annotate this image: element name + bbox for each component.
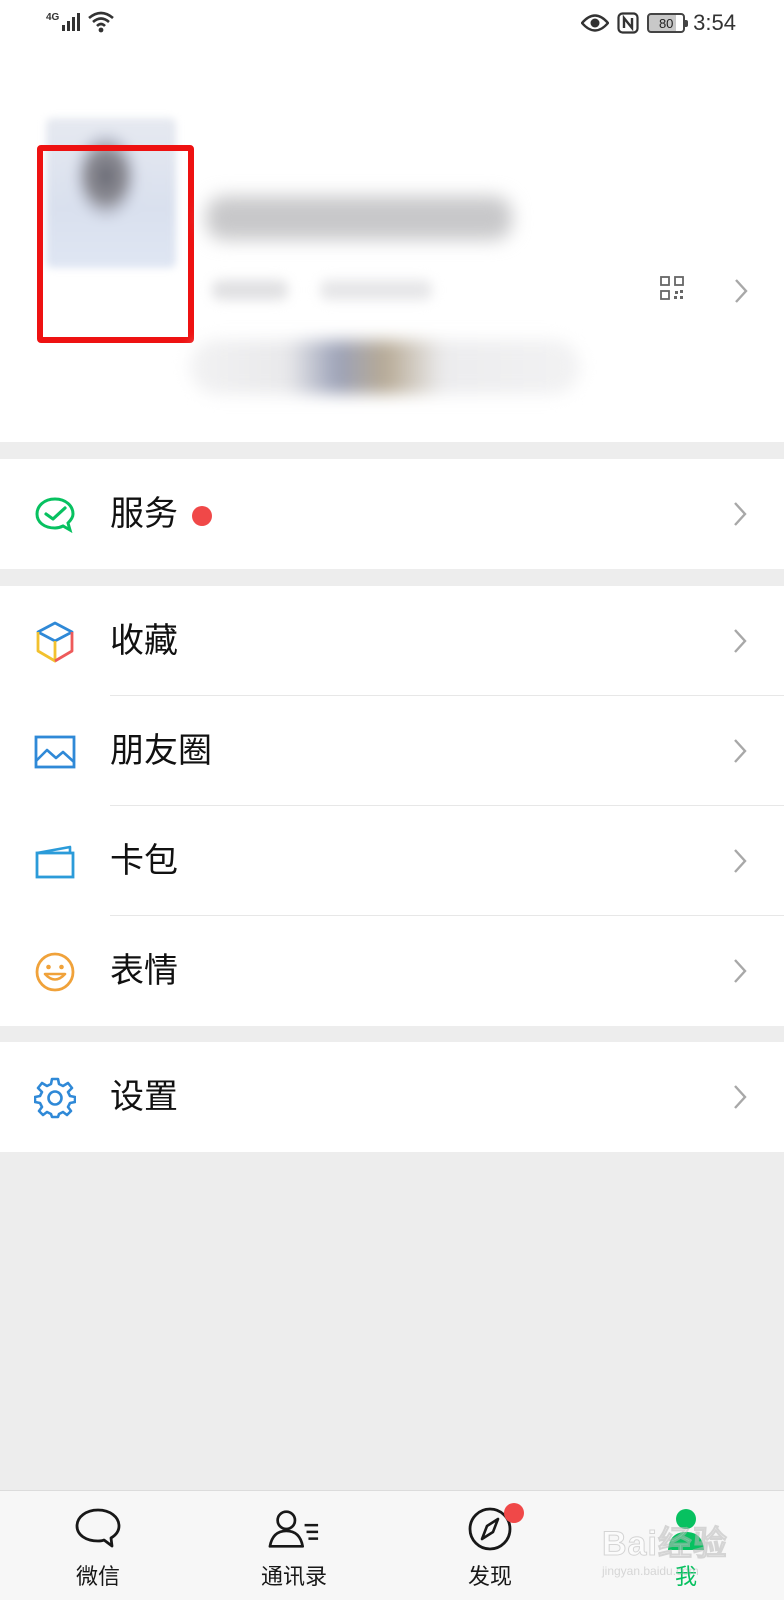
battery-level: 80 — [658, 15, 674, 31]
tab-label-discover: 发现 — [467, 1565, 512, 1590]
chevron-right-icon — [734, 629, 747, 653]
gear-icon — [34, 1077, 76, 1119]
chevron-right-icon — [735, 279, 748, 303]
menu-label-cards: 卡包 — [110, 841, 178, 881]
watermark-url: jingyan.baidu.com — [602, 1564, 699, 1578]
discover-badge — [504, 1503, 524, 1523]
wechat-id-redacted — [320, 280, 432, 300]
wallet-card-icon — [34, 841, 76, 883]
qr-code-icon[interactable] — [660, 276, 684, 300]
menu-label-settings: 设置 — [110, 1077, 178, 1117]
menu-item-moments[interactable]: 朋友圈 — [0, 696, 784, 806]
chevron-right-icon — [734, 739, 747, 763]
menu-label-moments: 朋友圈 — [110, 731, 212, 771]
tab-label-chats: 微信 — [75, 1565, 120, 1590]
tab-label-contacts: 通讯录 — [260, 1565, 327, 1590]
tab-discover[interactable]: 发现 — [420, 1491, 560, 1600]
watermark-text: Bai经验 — [602, 1525, 728, 1564]
wechat-id-label-redacted — [212, 280, 288, 300]
chevron-right-icon — [734, 1085, 747, 1109]
menu-label-favorites: 收藏 — [110, 621, 178, 661]
menu-item-cards[interactable]: 卡包 — [0, 806, 784, 916]
service-group: 服务 — [0, 459, 784, 569]
status-redacted[interactable] — [190, 340, 580, 394]
chevron-right-icon — [734, 502, 747, 526]
landscape-photo-icon — [34, 731, 76, 773]
service-badge — [192, 506, 212, 526]
clock: 3:54 — [693, 10, 736, 35]
status-bar: 4G 80 3:54 — [0, 0, 784, 50]
menu-item-service[interactable]: 服务 — [0, 459, 784, 569]
signal-icon — [62, 13, 81, 31]
smiley-face-icon — [34, 951, 76, 993]
baidu-watermark: Bai经验 jingyan.baidu.com — [602, 1512, 762, 1588]
wifi-icon — [88, 11, 115, 33]
tab-chats[interactable]: 微信 — [28, 1491, 168, 1600]
menu-item-settings[interactable]: 设置 — [0, 1042, 784, 1152]
tab-contacts[interactable]: 通讯录 — [224, 1491, 364, 1600]
settings-group: 设置 — [0, 1042, 784, 1152]
avatar-highlight-box — [37, 145, 194, 343]
chat-bubble-icon — [72, 1505, 124, 1553]
nfc-icon — [617, 12, 639, 34]
chevron-right-icon — [734, 849, 747, 873]
features-group: 收藏 朋友圈 卡包 表情 — [0, 586, 784, 1026]
nickname-redacted — [206, 196, 512, 240]
status-right: 80 3:54 — [581, 10, 736, 36]
cube-icon — [34, 621, 76, 663]
network-type: 4G — [46, 12, 60, 23]
contacts-icon — [268, 1505, 320, 1553]
menu-label-service: 服务 — [110, 494, 178, 534]
menu-item-favorites[interactable]: 收藏 — [0, 586, 784, 696]
eye-icon — [581, 14, 610, 32]
status-left: 4G — [46, 10, 115, 34]
battery-indicator: 80 — [647, 13, 689, 33]
wechat-pay-check-icon — [34, 494, 76, 536]
menu-item-stickers[interactable]: 表情 — [0, 916, 784, 1026]
menu-label-stickers: 表情 — [110, 951, 178, 991]
chevron-right-icon — [734, 959, 747, 983]
